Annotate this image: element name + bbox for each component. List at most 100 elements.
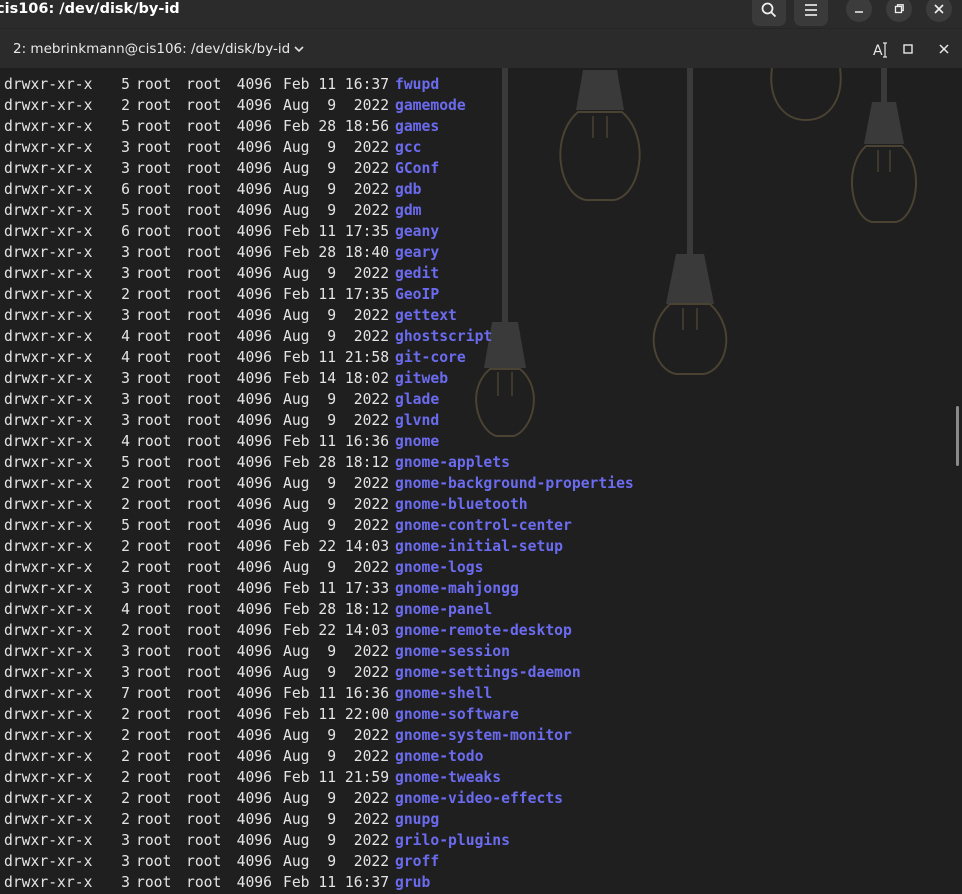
modified-date: Aug 9 2022 xyxy=(283,139,390,156)
directory-name: geany xyxy=(395,223,440,240)
file-size: 4096 xyxy=(236,139,272,156)
owner: root xyxy=(136,391,172,408)
square-icon[interactable] xyxy=(902,43,914,55)
modified-date: Aug 9 2022 xyxy=(283,307,390,324)
owner: root xyxy=(136,286,172,303)
group: root xyxy=(186,622,222,639)
owner: root xyxy=(136,139,172,156)
link-count: 4 xyxy=(121,328,130,345)
listing-row: drwxr-xr-x 2 root root 4096 Feb 11 17:35 GeoIP xyxy=(4,284,634,305)
permissions: drwxr-xr-x xyxy=(4,706,93,723)
owner: root xyxy=(136,706,172,723)
listing-row: drwxr-xr-x 3 root root 4096 Aug 9 2022 GConf xyxy=(4,158,634,179)
modified-date: Feb 28 18:12 xyxy=(283,454,390,471)
file-size: 4096 xyxy=(236,412,272,429)
listing-row: drwxr-xr-x 2 root root 4096 Aug 9 2022 gnome-l… xyxy=(4,557,634,578)
scrollbar-thumb[interactable] xyxy=(956,406,959,466)
directory-listing: drwxr-xr-x 5 root root 4096 Feb 11 16:37 fwupd… xyxy=(4,74,634,893)
modified-date: Aug 9 2022 xyxy=(283,181,390,198)
directory-name: gnome-software xyxy=(395,706,519,723)
listing-row: drwxr-xr-x 3 root root 4096 Aug 9 2022 gettext xyxy=(4,305,634,326)
group: root xyxy=(186,202,222,219)
directory-name: games xyxy=(395,118,440,135)
permissions: drwxr-xr-x xyxy=(4,349,93,366)
listing-row: drwxr-xr-x 5 root root 4096 Aug 9 2022 gdm xyxy=(4,200,634,221)
group: root xyxy=(186,664,222,681)
file-size: 4096 xyxy=(236,538,272,555)
tab-title[interactable]: 2: mebrinkmann@cis106: /dev/disk/by-id xyxy=(13,41,290,57)
owner: root xyxy=(136,811,172,828)
owner: root xyxy=(136,727,172,744)
link-count: 2 xyxy=(121,496,130,513)
file-size: 4096 xyxy=(236,223,272,240)
tab-close-icon[interactable] xyxy=(938,43,950,55)
owner: root xyxy=(136,664,172,681)
header-bar[interactable]: cis106: /dev/disk/by-id xyxy=(0,0,962,28)
permissions: drwxr-xr-x xyxy=(4,76,93,93)
permissions: drwxr-xr-x xyxy=(4,643,93,660)
directory-name: gitweb xyxy=(395,370,449,387)
file-size: 4096 xyxy=(236,832,272,849)
listing-row: drwxr-xr-x 7 root root 4096 Feb 11 16:36 gnome… xyxy=(4,683,634,704)
group: root xyxy=(186,559,222,576)
file-size: 4096 xyxy=(236,181,272,198)
modified-date: Feb 11 17:35 xyxy=(283,223,390,240)
group: root xyxy=(186,643,222,660)
listing-row: drwxr-xr-x 2 root root 4096 Aug 9 2022 gnome-t… xyxy=(4,746,634,767)
restore-button[interactable] xyxy=(886,0,912,22)
group: root xyxy=(186,244,222,261)
close-button[interactable] xyxy=(926,0,952,22)
chevron-down-icon[interactable] xyxy=(293,44,305,54)
menu-button[interactable] xyxy=(794,0,828,26)
modified-date: Aug 9 2022 xyxy=(283,811,390,828)
group: root xyxy=(186,307,222,324)
permissions: drwxr-xr-x xyxy=(4,391,93,408)
group: root xyxy=(186,517,222,534)
group: root xyxy=(186,454,222,471)
permissions: drwxr-xr-x xyxy=(4,622,93,639)
group: root xyxy=(186,433,222,450)
group: root xyxy=(186,832,222,849)
group: root xyxy=(186,160,222,177)
owner: root xyxy=(136,433,172,450)
search-button[interactable] xyxy=(752,0,786,26)
group: root xyxy=(186,769,222,786)
group: root xyxy=(186,601,222,618)
owner: root xyxy=(136,559,172,576)
link-count: 4 xyxy=(121,601,130,618)
directory-name: geary xyxy=(395,244,440,261)
file-size: 4096 xyxy=(236,664,272,681)
file-size: 4096 xyxy=(236,790,272,807)
listing-row: drwxr-xr-x 5 root root 4096 Aug 9 2022 gnome-c… xyxy=(4,515,634,536)
group: root xyxy=(186,223,222,240)
file-size: 4096 xyxy=(236,76,272,93)
listing-row: drwxr-xr-x 6 root root 4096 Aug 9 2022 gdb xyxy=(4,179,634,200)
modified-date: Aug 9 2022 xyxy=(283,559,390,576)
close-icon xyxy=(934,4,944,14)
modified-date: Aug 9 2022 xyxy=(283,517,390,534)
owner: root xyxy=(136,223,172,240)
directory-name: gedit xyxy=(395,265,440,282)
link-count: 2 xyxy=(121,748,130,765)
link-count: 4 xyxy=(121,349,130,366)
modified-date: Feb 28 18:56 xyxy=(283,118,390,135)
permissions: drwxr-xr-x xyxy=(4,811,93,828)
listing-row: drwxr-xr-x 5 root root 4096 Feb 28 18:56 games xyxy=(4,116,634,137)
file-size: 4096 xyxy=(236,475,272,492)
listing-row: drwxr-xr-x 2 root root 4096 Aug 9 2022 gnome-v… xyxy=(4,788,634,809)
link-count: 2 xyxy=(121,538,130,555)
file-size: 4096 xyxy=(236,160,272,177)
group: root xyxy=(186,181,222,198)
text-size-icon[interactable]: A xyxy=(872,41,890,59)
owner: root xyxy=(136,160,172,177)
terminal-output[interactable]: drwxr-xr-x 5 root root 4096 Feb 11 16:37 fwupd… xyxy=(0,68,962,894)
group: root xyxy=(186,412,222,429)
file-size: 4096 xyxy=(236,265,272,282)
permissions: drwxr-xr-x xyxy=(4,853,93,870)
listing-row: drwxr-xr-x 2 root root 4096 Aug 9 2022 gnome-b… xyxy=(4,473,634,494)
minimize-button[interactable] xyxy=(846,0,872,22)
file-size: 4096 xyxy=(236,328,272,345)
directory-name: git-core xyxy=(395,349,466,366)
link-count: 2 xyxy=(121,727,130,744)
link-count: 7 xyxy=(121,685,130,702)
